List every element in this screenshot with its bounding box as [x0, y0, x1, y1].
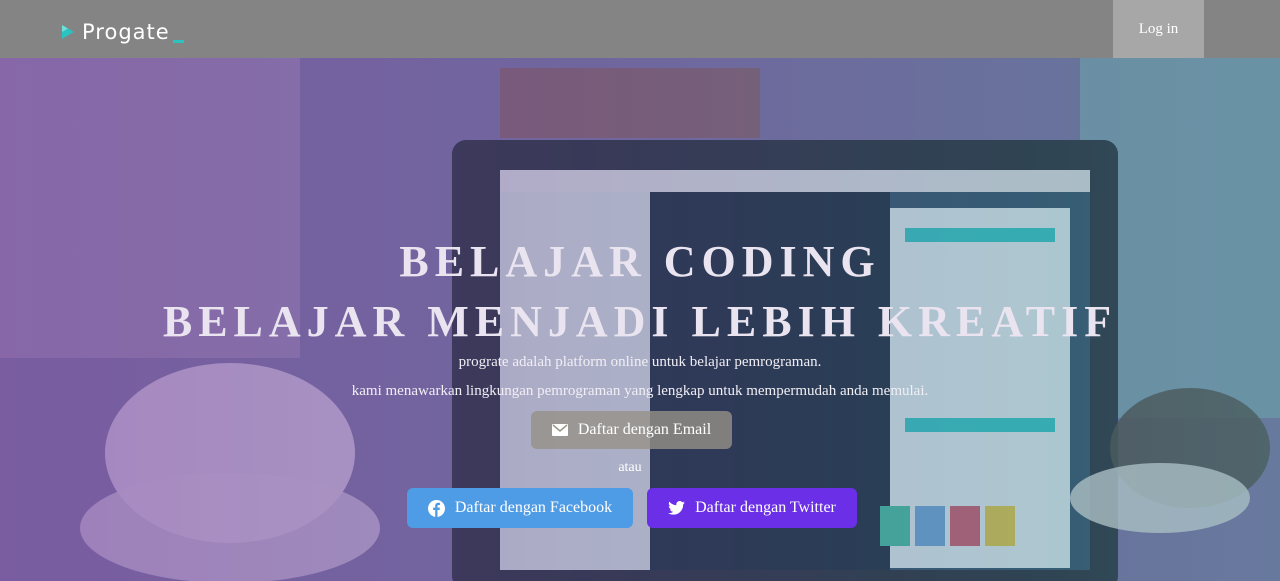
- logo-play-icon: [62, 25, 74, 39]
- hero-title-line2: BELAJAR MENJADI LEBIH KREATIF: [162, 297, 1118, 346]
- signup-twitter-label: Daftar dengan Twitter: [695, 499, 836, 516]
- logo-text: Progate: [82, 20, 170, 44]
- twitter-icon: [668, 501, 686, 515]
- hero-section: BELAJAR CODING BELAJAR MENJADI LEBIH KRE…: [0, 58, 1280, 581]
- signup-email-label: Daftar dengan Email: [577, 421, 712, 438]
- hero-description-line1: prograte adalah platform online untuk be…: [458, 354, 822, 370]
- signup-facebook-button[interactable]: Daftar dengan Facebook: [407, 488, 633, 528]
- logo-cursor: [172, 39, 184, 43]
- envelope-icon: [551, 424, 568, 436]
- top-navbar: Progate Log in: [0, 0, 1280, 58]
- signup-email-button[interactable]: Daftar dengan Email: [531, 411, 732, 449]
- signup-facebook-label: Daftar dengan Facebook: [454, 499, 613, 516]
- hero-description-line2: kami menawarkan lingkungan pemrograman y…: [351, 383, 929, 399]
- or-divider-text: atau: [618, 460, 642, 475]
- hero-title-line1: BELAJAR CODING: [399, 237, 881, 286]
- facebook-icon: [427, 499, 445, 517]
- progate-logo[interactable]: Progate: [60, 18, 184, 46]
- signup-twitter-button[interactable]: Daftar dengan Twitter: [647, 488, 857, 528]
- login-button[interactable]: Log in: [1113, 0, 1204, 58]
